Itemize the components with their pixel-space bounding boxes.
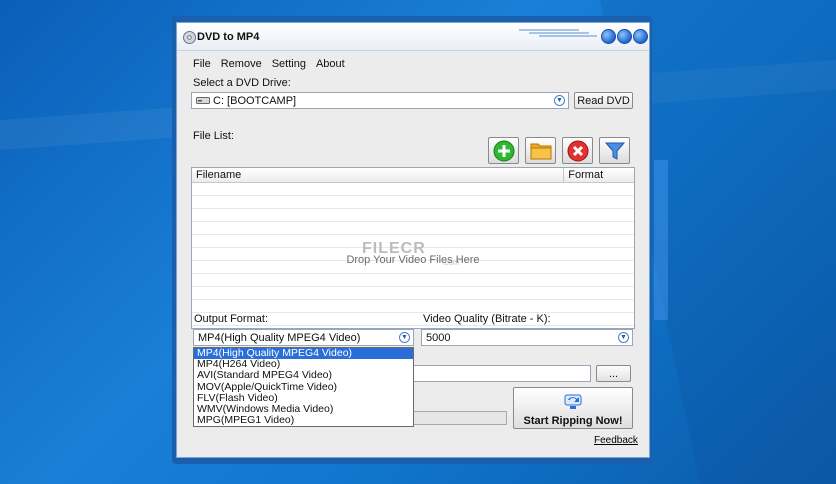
filter-button[interactable] xyxy=(599,137,630,164)
open-folder-button[interactable] xyxy=(525,137,556,164)
close-icon[interactable] xyxy=(633,29,648,44)
read-dvd-button[interactable]: Read DVD xyxy=(574,92,633,109)
app-window: DVD to MP4 File Remove Setting About Sel… xyxy=(176,22,650,458)
drive-selected: C: [BOOTCAMP] xyxy=(213,94,297,107)
menu-setting[interactable]: Setting xyxy=(272,58,306,70)
format-option[interactable]: MPG(MPEG1 Video) xyxy=(194,415,413,426)
start-ripping-label: Start Ripping Now! xyxy=(523,415,623,427)
file-list-header: Filename Format xyxy=(192,168,634,183)
chevron-down-icon[interactable]: ▼ xyxy=(554,95,565,106)
output-format-dropdown[interactable]: MP4(High Quality MPEG4 Video) MP4(H264 V… xyxy=(193,347,414,427)
file-list-label: File List: xyxy=(193,130,234,142)
output-format-selected: MP4(High Quality MPEG4 Video) xyxy=(198,331,361,344)
drive-select[interactable]: C: [BOOTCAMP] ▼ xyxy=(191,92,569,109)
remove-file-button[interactable] xyxy=(562,137,593,164)
video-quality-selected: 5000 xyxy=(426,331,451,344)
format-option[interactable]: AVI(Standard MPEG4 Video) xyxy=(194,370,413,381)
start-ripping-button[interactable]: Start Ripping Now! xyxy=(513,387,633,429)
drive-icon xyxy=(196,97,210,104)
video-quality-label: Video Quality (Bitrate - K): xyxy=(423,313,551,325)
drop-hint: Drop Your Video Files Here xyxy=(346,254,480,266)
column-filename[interactable]: Filename xyxy=(192,168,565,182)
title-bar[interactable]: DVD to MP4 xyxy=(177,23,649,51)
output-format-label: Output Format: xyxy=(194,313,268,325)
chevron-down-icon[interactable]: ▼ xyxy=(618,332,629,343)
menu-bar: File Remove Setting About xyxy=(193,58,345,70)
menu-remove[interactable]: Remove xyxy=(221,58,262,70)
add-icon xyxy=(493,140,514,161)
maximize-icon[interactable] xyxy=(617,29,632,44)
video-quality-select[interactable]: 5000 ▼ xyxy=(421,329,633,346)
disc-icon xyxy=(183,31,196,44)
window-title: DVD to MP4 xyxy=(197,31,260,43)
menu-about[interactable]: About xyxy=(316,58,345,70)
feedback-link[interactable]: Feedback xyxy=(594,435,638,446)
chevron-down-icon[interactable]: ▼ xyxy=(399,332,410,343)
menu-file[interactable]: File xyxy=(193,58,211,70)
add-file-button[interactable] xyxy=(488,137,519,164)
delete-icon xyxy=(567,140,588,161)
drive-label: Select a DVD Drive: xyxy=(193,77,291,89)
minimize-icon[interactable] xyxy=(601,29,616,44)
title-decoration xyxy=(519,29,597,37)
convert-icon xyxy=(564,394,582,409)
column-format[interactable]: Format xyxy=(564,168,634,182)
folder-icon xyxy=(530,143,551,159)
filter-icon xyxy=(604,142,625,160)
file-list[interactable]: Filename Format FILECR .com Drop Your Vi… xyxy=(191,167,635,329)
output-format-select[interactable]: MP4(High Quality MPEG4 Video) ▼ xyxy=(193,329,414,346)
output-folder-field[interactable] xyxy=(413,365,591,382)
browse-button[interactable]: ... xyxy=(596,365,631,382)
